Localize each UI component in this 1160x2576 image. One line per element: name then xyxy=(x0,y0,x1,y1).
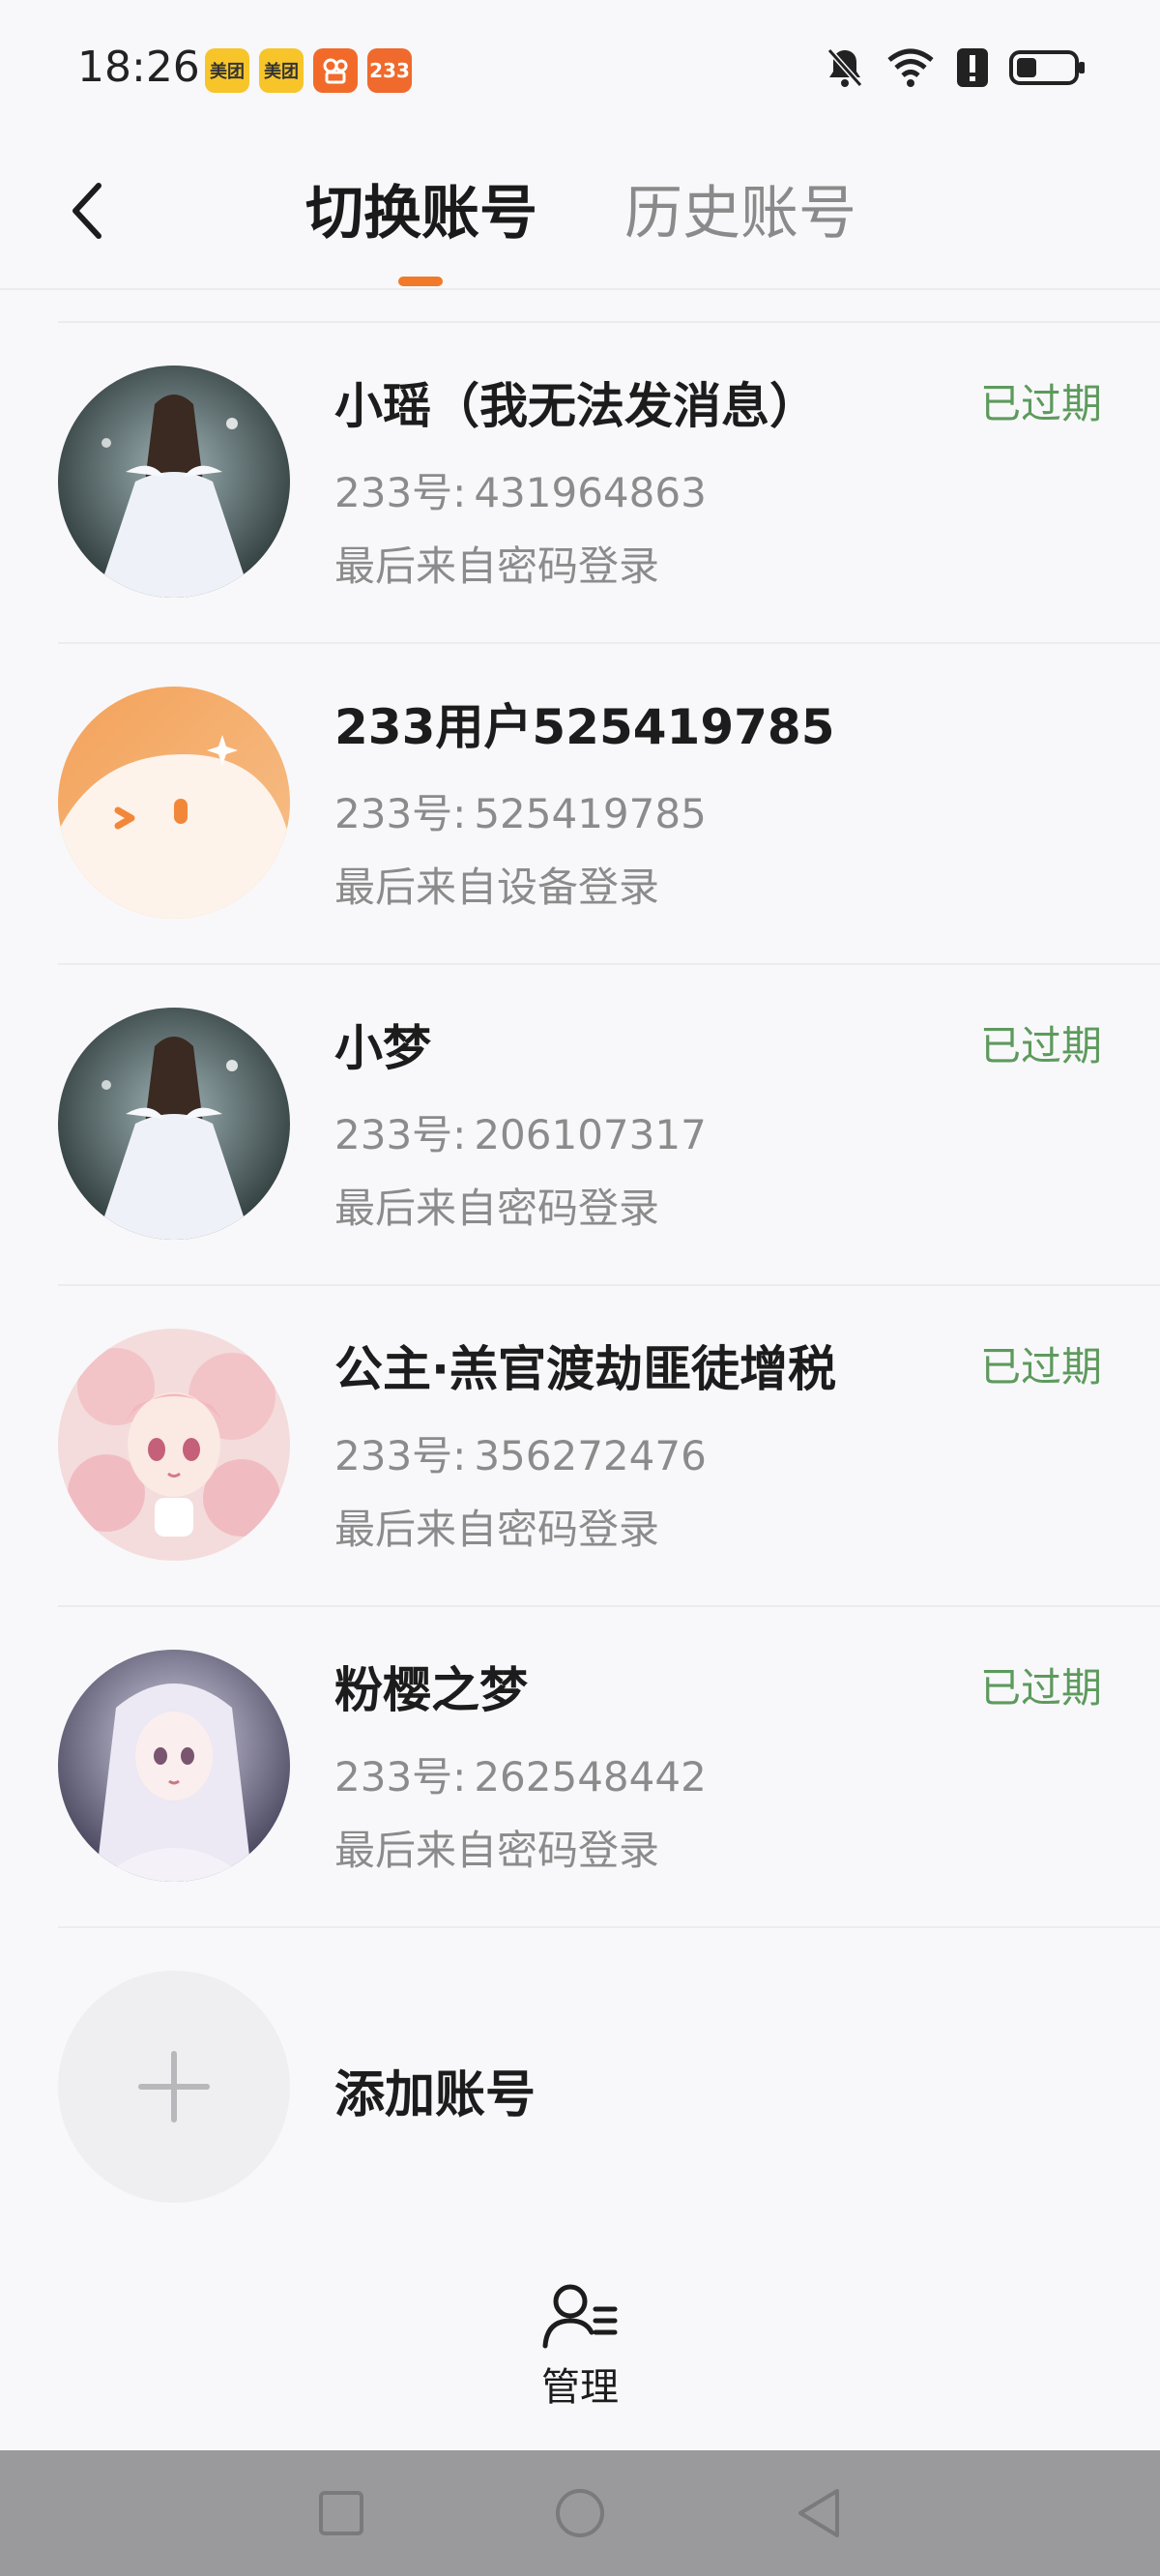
account-id-label: 233号: xyxy=(334,1753,467,1800)
account-row[interactable]: 233用户525419785 233号: 525419785 最后来自设备登录 xyxy=(58,644,1160,965)
default-orange-avatar xyxy=(58,687,290,919)
user-list-icon xyxy=(542,2284,618,2349)
account-id: 233号: 431964863 xyxy=(334,460,707,519)
account-id-label: 233号: xyxy=(334,1432,467,1479)
triangle-back-icon xyxy=(798,2489,839,2537)
account-id-value: 525419785 xyxy=(474,790,707,837)
account-row[interactable]: 小梦 233号: 206107317 最后来自密码登录 已过期 xyxy=(58,965,1160,1286)
last-login-method: 最后来自密码登录 xyxy=(334,1185,660,1232)
account-name: 小瑶（我无法发消息） xyxy=(334,378,818,434)
account-id: 233号: 206107317 xyxy=(334,1102,707,1161)
bell-muted-icon xyxy=(826,46,864,89)
silver-anime-girl-avatar xyxy=(58,1650,290,1882)
account-id-label: 233号: xyxy=(334,469,467,516)
recent-apps-button[interactable] xyxy=(303,2474,380,2552)
system-navigation-bar xyxy=(0,2450,1160,2576)
alert-icon xyxy=(957,46,988,89)
expired-status: 已过期 xyxy=(979,1664,1102,1712)
square-icon xyxy=(319,2491,364,2535)
account-name: 小梦 xyxy=(334,1020,431,1076)
last-login-method: 最后来自密码登录 xyxy=(334,542,660,590)
battery-icon xyxy=(1009,48,1087,87)
circle-icon xyxy=(555,2489,604,2537)
add-account-button[interactable] xyxy=(58,1971,290,2203)
expired-status: 已过期 xyxy=(979,1022,1102,1069)
manage-label: 管理 xyxy=(541,2365,619,2410)
switch-account-screen: 18:26 美团 美团 233 切换账号 历史账号 小瑶（我无法发消息） 233… xyxy=(0,0,1160,2576)
account-name: 公主·羔官渡劫匪徒增税 xyxy=(334,1341,836,1397)
add-account-row[interactable]: 添加账号 xyxy=(58,1928,1160,2247)
back-nav-button[interactable] xyxy=(780,2474,857,2552)
system-icons xyxy=(826,46,1087,89)
manage-button[interactable]: 管理 xyxy=(522,2282,638,2417)
tab-history-account[interactable]: 历史账号 xyxy=(624,166,856,250)
tab-switch-account[interactable]: 切换账号 xyxy=(305,166,537,250)
plus-icon xyxy=(138,2051,210,2122)
account-row[interactable]: 公主·羔官渡劫匪徒增税 233号: 356272476 最后来自密码登录 已过期 xyxy=(58,1286,1160,1607)
active-tab-indicator xyxy=(398,277,443,286)
account-id-value: 431964863 xyxy=(474,469,707,516)
account-id-label: 233号: xyxy=(334,1111,467,1158)
account-row[interactable]: 小瑶（我无法发消息） 233号: 431964863 最后来自密码登录 已过期 xyxy=(58,323,1160,644)
back-button[interactable] xyxy=(58,172,116,249)
last-login-method: 最后来自密码登录 xyxy=(334,1827,660,1874)
account-name: 粉樱之梦 xyxy=(334,1662,528,1718)
account-id-value: 262548442 xyxy=(474,1753,707,1800)
chevron-left-icon xyxy=(72,183,102,239)
wifi-icon xyxy=(885,46,936,89)
account-row[interactable]: 粉樱之梦 233号: 262548442 最后来自密码登录 已过期 xyxy=(58,1607,1160,1928)
account-id-value: 356272476 xyxy=(474,1432,707,1479)
girl-white-dress-avatar xyxy=(58,366,290,598)
last-login-method: 最后来自设备登录 xyxy=(334,864,660,911)
expired-status: 已过期 xyxy=(979,1343,1102,1390)
account-id-label: 233号: xyxy=(334,790,467,837)
meituan-badge-icon: 美团 xyxy=(259,48,304,93)
add-account-label: 添加账号 xyxy=(334,2066,536,2124)
meituan-badge-icon: 美团 xyxy=(205,48,249,93)
status-time: 18:26 xyxy=(77,43,200,92)
g233-badge-icon: 233 xyxy=(367,48,412,93)
home-button[interactable] xyxy=(541,2474,619,2552)
kuaishou-badge-icon xyxy=(313,48,358,93)
account-id-value: 206107317 xyxy=(474,1111,707,1158)
notification-badges: 美团 美团 233 xyxy=(205,48,412,93)
pink-anime-girl-avatar xyxy=(58,1329,290,1561)
expired-status: 已过期 xyxy=(979,380,1102,427)
status-bar: 18:26 美团 美团 233 xyxy=(0,0,1160,135)
account-list: 小瑶（我无法发消息） 233号: 431964863 最后来自密码登录 已过期 2… xyxy=(0,323,1160,2247)
girl-white-dress-avatar xyxy=(58,1008,290,1240)
last-login-method: 最后来自密码登录 xyxy=(334,1506,660,1553)
top-bar: 切换账号 历史账号 xyxy=(0,135,1160,290)
account-name: 233用户525419785 xyxy=(334,699,835,755)
account-id: 233号: 356272476 xyxy=(334,1423,707,1482)
account-id: 233号: 525419785 xyxy=(334,781,707,840)
account-id: 233号: 262548442 xyxy=(334,1744,707,1803)
